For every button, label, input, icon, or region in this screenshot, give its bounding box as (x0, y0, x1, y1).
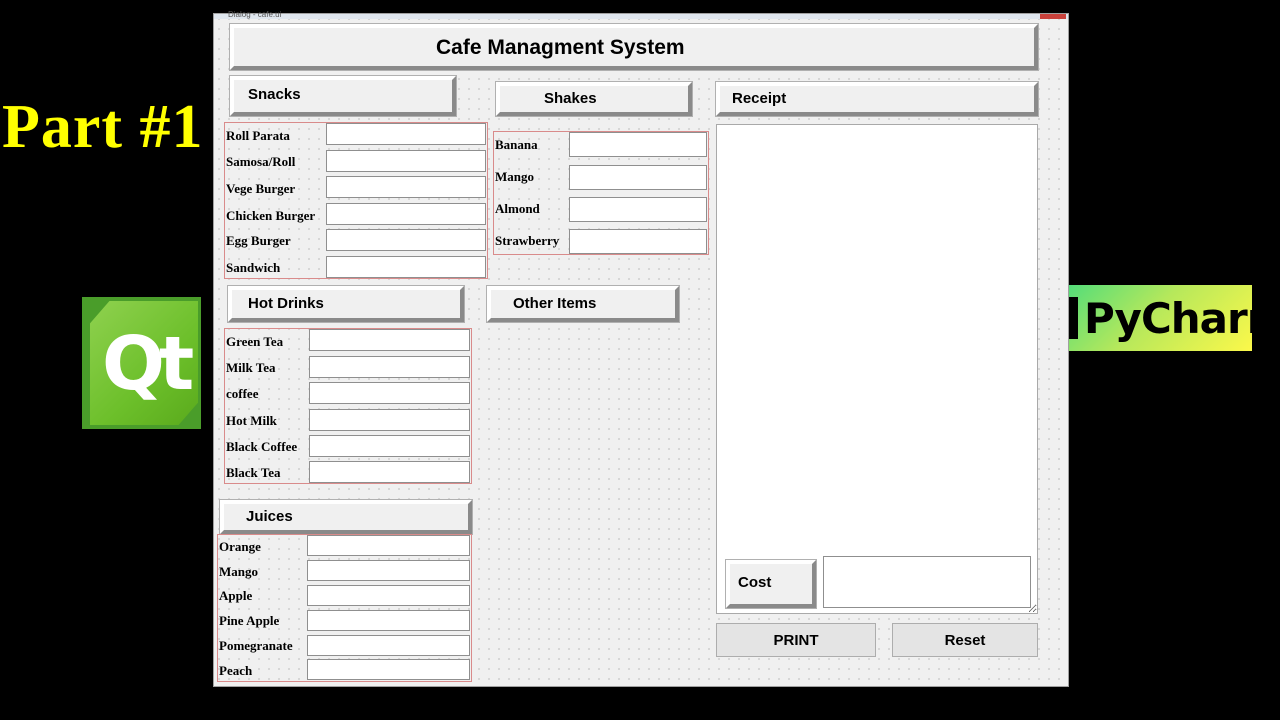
juice-label-pomegranate: Pomegranate (219, 638, 293, 653)
receipt-text-area[interactable] (716, 124, 1038, 614)
hot-drink-label-green-tea: Green Tea (226, 334, 284, 349)
juice-qty-mango[interactable] (307, 560, 470, 581)
part-label: Part #1 (2, 93, 204, 161)
shake-label-almond: Almond (495, 201, 540, 216)
juices-heading: Juices (246, 508, 293, 525)
juice-qty-orange[interactable] (307, 535, 470, 556)
shake-label-strawberry: Strawberry (495, 233, 560, 248)
receipt-heading-box: Receipt (715, 81, 1039, 117)
juice-label-orange: Orange (219, 539, 261, 554)
window-title: Dialog - cafe.ui (228, 10, 282, 19)
hot-drink-label-black-coffee: Black Coffee (226, 439, 298, 454)
hot-drink-qty-hot-milk[interactable] (309, 409, 470, 431)
hot-drink-label-hot-milk: Hot Milk (226, 413, 277, 428)
pycharm-logo-text: PyCharm (1084, 294, 1280, 343)
juice-qty-peach[interactable] (307, 659, 470, 680)
receipt-heading: Receipt (732, 90, 787, 107)
hot-drinks-heading-box: Hot Drinks (227, 285, 465, 323)
snack-qty-samosa-roll[interactable] (326, 150, 486, 172)
window-close-button[interactable] (1040, 14, 1066, 19)
snack-label-samosa-roll: Samosa/Roll (226, 154, 296, 169)
hot-drink-label-milk-tea: Milk Tea (226, 360, 276, 375)
shakes-heading: Shakes (544, 90, 597, 107)
snack-label-egg-burger: Egg Burger (226, 233, 291, 248)
cost-label-box: Cost (725, 559, 817, 609)
juice-label-apple: Apple (219, 588, 253, 603)
snack-label-sandwich: Sandwich (226, 260, 281, 275)
shake-label-mango: Mango (495, 169, 534, 184)
juice-label-mango: Mango (219, 564, 258, 579)
hot-drink-qty-green-tea[interactable] (309, 329, 470, 351)
snack-label-vege-burger: Vege Burger (226, 181, 296, 196)
snack-qty-vege-burger[interactable] (326, 176, 486, 198)
hot-drink-qty-black-tea[interactable] (309, 461, 470, 483)
cafe-dialog: Dialog - cafe.ui Cafe Managment System S… (213, 10, 1069, 687)
reset-button[interactable]: Reset (892, 623, 1038, 657)
juice-qty-pine-apple[interactable] (307, 610, 470, 631)
hot-drink-qty-milk-tea[interactable] (309, 356, 470, 378)
juices-heading-box: Juices (219, 499, 473, 535)
qt-logo-icon: Qt (82, 297, 201, 429)
snacks-heading: Snacks (248, 86, 301, 103)
shakes-heading-box: Shakes (495, 81, 693, 117)
shake-qty-banana[interactable] (569, 132, 707, 157)
snack-qty-chicken-burger[interactable] (326, 203, 486, 225)
window-titlebar[interactable]: Dialog - cafe.ui (214, 10, 1068, 19)
juice-qty-pomegranate[interactable] (307, 635, 470, 656)
juice-label-pine-apple: Pine Apple (219, 613, 280, 628)
snack-label-roll-parata: Roll Parata (226, 128, 290, 143)
other-items-heading: Other Items (513, 295, 597, 312)
shake-qty-strawberry[interactable] (569, 229, 707, 254)
hot-drink-label-black-tea: Black Tea (226, 465, 281, 480)
shake-label-banana: Banana (495, 137, 538, 152)
other-items-heading-box: Other Items (486, 285, 680, 323)
hot-drink-qty-black-coffee[interactable] (309, 435, 470, 457)
qt-logo-text: Qt (102, 321, 194, 407)
cost-label: Cost (738, 574, 772, 591)
juice-qty-apple[interactable] (307, 585, 470, 606)
print-button[interactable]: PRINT (716, 623, 876, 657)
app-title-box: Cafe Managment System (229, 23, 1039, 71)
app-title: Cafe Managment System (436, 36, 685, 59)
shake-qty-mango[interactable] (569, 165, 707, 190)
hot-drinks-heading: Hot Drinks (248, 295, 324, 312)
snack-qty-sandwich[interactable] (326, 256, 486, 278)
cost-value-field[interactable] (823, 556, 1031, 608)
hot-drink-qty-coffee[interactable] (309, 382, 470, 404)
hot-drink-label-coffee: coffee (226, 386, 259, 401)
snack-qty-egg-burger[interactable] (326, 229, 486, 251)
snack-label-chicken-burger: Chicken Burger (226, 208, 316, 223)
snacks-heading-box: Snacks (229, 75, 457, 117)
snack-qty-roll-parata[interactable] (326, 123, 486, 145)
juice-label-peach: Peach (219, 663, 253, 678)
shake-qty-almond[interactable] (569, 197, 707, 222)
